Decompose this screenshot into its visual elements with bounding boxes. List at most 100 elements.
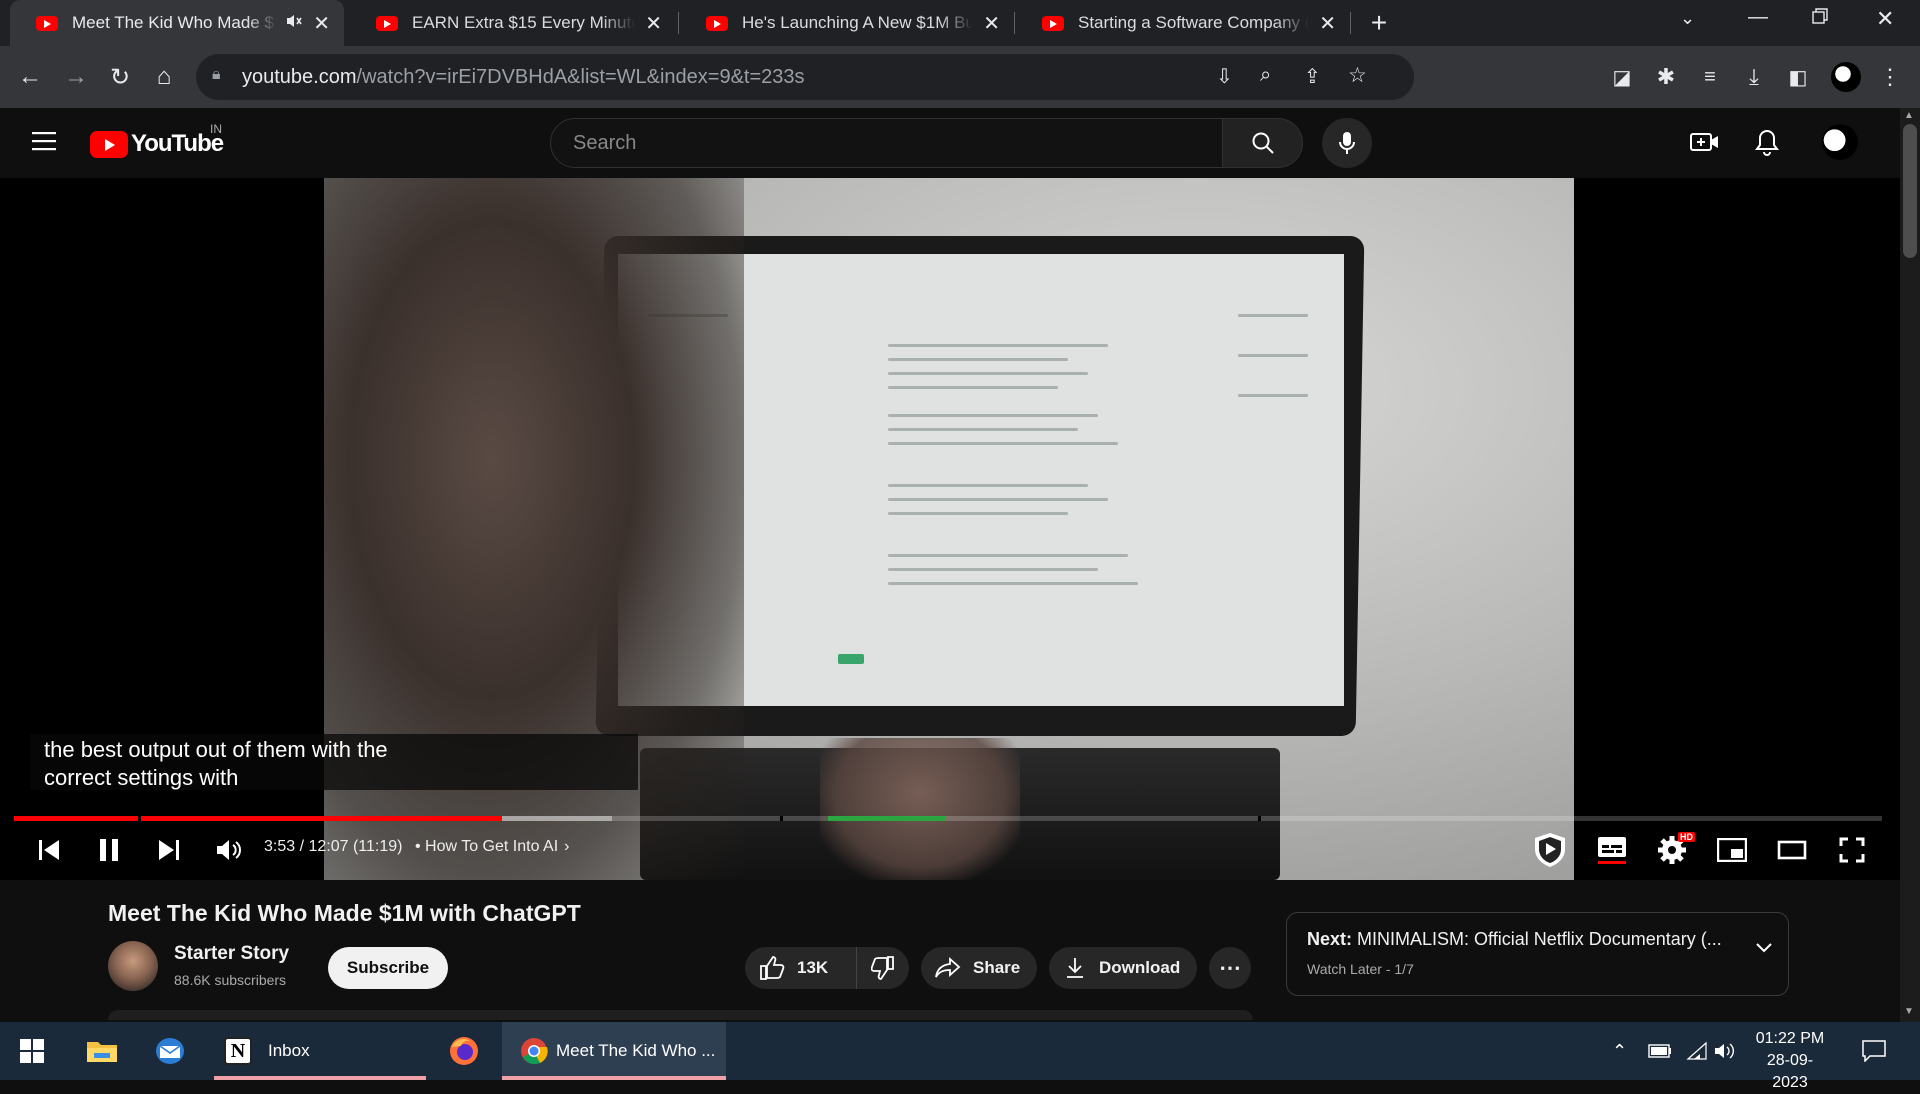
windows-logo-icon <box>20 1039 44 1063</box>
progress-bar[interactable] <box>14 816 1882 821</box>
dislike-button[interactable] <box>857 947 909 989</box>
download-button[interactable]: Download <box>1049 947 1197 989</box>
next-button[interactable] <box>152 826 186 874</box>
search-icon <box>1252 132 1274 154</box>
time-display: 3:53 / 12:07 (11:19) <box>264 838 403 855</box>
share-page-icon[interactable]: ⇪ <box>1304 64 1321 89</box>
new-tab-icon[interactable]: + <box>1362 6 1396 40</box>
downloads-icon[interactable]: ⤓ <box>1734 46 1774 108</box>
settings-button[interactable]: HD <box>1652 826 1695 874</box>
mail-app-icon[interactable] <box>154 1022 188 1080</box>
chevron-down-icon[interactable] <box>1755 941 1773 959</box>
url-host: youtube.com <box>242 65 357 88</box>
caption-line: correct settings with <box>44 765 239 790</box>
tab-active[interactable]: Meet The Kid Who Made $1M ✕ <box>10 0 344 46</box>
hd-badge: HD <box>1678 832 1695 842</box>
extensions-puzzle-icon[interactable]: ✱ <box>1646 46 1686 108</box>
subtitles-button[interactable] <box>1592 826 1632 874</box>
restore-icon[interactable] <box>1812 8 1828 24</box>
miniplayer-button[interactable] <box>1712 826 1752 874</box>
bookmark-star-icon[interactable]: ☆ <box>1348 63 1367 88</box>
scrollbar-thumb[interactable] <box>1903 124 1917 258</box>
profile-avatar-icon[interactable] <box>1826 46 1866 108</box>
caption-box: the best output out of them with the cor… <box>30 734 638 790</box>
share-arrow-icon <box>935 957 961 978</box>
minimize-icon[interactable]: — <box>1748 6 1768 29</box>
tab-search-chevron-icon[interactable]: ⌄ <box>1680 8 1695 29</box>
tab-close-icon[interactable]: ✕ <box>1319 11 1336 36</box>
reload-icon[interactable]: ↻ <box>100 46 140 108</box>
speaker-muted-icon[interactable] <box>285 13 303 33</box>
tab[interactable]: He's Launching A New $1M Busi ✕ <box>680 0 1014 46</box>
forward-arrow-icon[interactable]: → <box>56 46 96 108</box>
miniplayer-icon <box>1717 838 1747 862</box>
theater-icon <box>1777 840 1807 860</box>
home-icon[interactable]: ⌂ <box>144 46 184 108</box>
subscribe-button[interactable]: Subscribe <box>328 947 448 989</box>
share-button[interactable]: Share <box>921 947 1037 989</box>
install-app-icon[interactable]: ⇩ <box>1216 64 1233 89</box>
file-explorer-icon[interactable] <box>86 1022 120 1080</box>
start-button[interactable] <box>20 1022 48 1080</box>
fullscreen-button[interactable] <box>1832 826 1872 874</box>
thumbs-up-icon <box>760 956 785 980</box>
clock-time: 01:22 PM <box>1755 1030 1825 1047</box>
create-video-icon[interactable] <box>1690 130 1720 154</box>
system-clock[interactable]: 01:22 PM 28-09-2023 <box>1755 1028 1825 1094</box>
hamburger-menu-icon[interactable] <box>32 130 58 152</box>
chapter-label: How To Get Into AI <box>425 838 559 855</box>
scroll-down-arrow-icon[interactable]: ▼ <box>1904 1006 1914 1017</box>
battery-icon[interactable] <box>1648 1022 1678 1080</box>
sponsorblock-button[interactable] <box>1530 826 1570 874</box>
wifi-icon[interactable] <box>1686 1022 1716 1080</box>
tab-close-icon[interactable]: ✕ <box>983 11 1000 36</box>
media-control-icon[interactable]: ≡ <box>1690 46 1730 108</box>
pause-icon <box>100 839 118 861</box>
chapter-title[interactable]: • How To Get Into AI › <box>415 838 569 856</box>
firefox-app-icon[interactable] <box>448 1022 482 1080</box>
subtitles-icon <box>1598 837 1626 864</box>
notifications-bell-icon[interactable] <box>1754 128 1780 156</box>
address-bar[interactable]: 🔒︎ youtube.com/watch?v=irEi7DVBHdA&list=… <box>196 54 1414 100</box>
search-input[interactable]: Search <box>550 118 1223 168</box>
volume-icon <box>217 840 241 860</box>
channel-name[interactable]: Starter Story <box>174 943 289 965</box>
volume-button[interactable] <box>212 826 246 874</box>
voice-search-button[interactable] <box>1322 118 1372 168</box>
up-next-card[interactable]: Next: MINIMALISM: Official Netflix Docum… <box>1286 912 1789 996</box>
notification-center-icon[interactable] <box>1862 1022 1892 1080</box>
tab-title: Starting a Software Company (A <box>1078 13 1310 32</box>
search-button[interactable] <box>1223 118 1303 168</box>
side-panel-icon[interactable]: ◧ <box>1778 46 1818 108</box>
previous-button[interactable] <box>32 826 66 874</box>
theater-mode-button[interactable] <box>1772 826 1812 874</box>
lock-icon[interactable]: 🔒︎ <box>212 66 221 84</box>
account-avatar[interactable] <box>1822 124 1858 160</box>
tab[interactable]: EARN Extra $15 Every Minute SEL ✕ <box>350 0 676 46</box>
zoom-icon[interactable]: ⌕ <box>1260 64 1271 87</box>
show-hidden-icons-chevron-icon[interactable]: ⌃ <box>1612 1022 1638 1080</box>
taskbar-app-inbox[interactable]: N Inbox <box>214 1022 426 1080</box>
like-button[interactable]: 13K <box>745 947 857 989</box>
taskbar-app-chrome[interactable]: Meet The Kid Who ... <box>502 1022 726 1080</box>
tab[interactable]: Starting a Software Company (A ✕ <box>1016 0 1350 46</box>
skip-previous-icon <box>39 840 59 860</box>
up-next-prefix: Next: <box>1307 929 1353 949</box>
more-actions-button[interactable]: ⋯ <box>1209 947 1251 989</box>
youtube-logo[interactable]: YouTube <box>90 130 224 158</box>
scroll-up-arrow-icon[interactable]: ▲ <box>1904 110 1914 121</box>
menu-kebab-icon[interactable]: ⋮ <box>1870 46 1910 108</box>
extension-feather-icon[interactable]: ◪ <box>1602 46 1642 108</box>
tab-title: He's Launching A New $1M Busi <box>742 13 974 32</box>
back-arrow-icon[interactable]: ← <box>10 46 50 108</box>
pause-button[interactable] <box>92 826 126 874</box>
skip-next-icon <box>159 840 179 860</box>
tab-close-icon[interactable]: ✕ <box>645 11 662 36</box>
channel-avatar[interactable] <box>108 941 158 991</box>
url-text[interactable]: youtube.com/watch?v=irEi7DVBHdA&list=WL&… <box>242 66 805 89</box>
subscriber-count: 88.6K subscribers <box>174 972 287 988</box>
speaker-icon[interactable] <box>1714 1022 1744 1080</box>
taskbar-active-indicator <box>502 1076 726 1080</box>
window-close-icon[interactable]: ✕ <box>1876 6 1894 32</box>
tab-close-icon[interactable]: ✕ <box>313 11 330 36</box>
